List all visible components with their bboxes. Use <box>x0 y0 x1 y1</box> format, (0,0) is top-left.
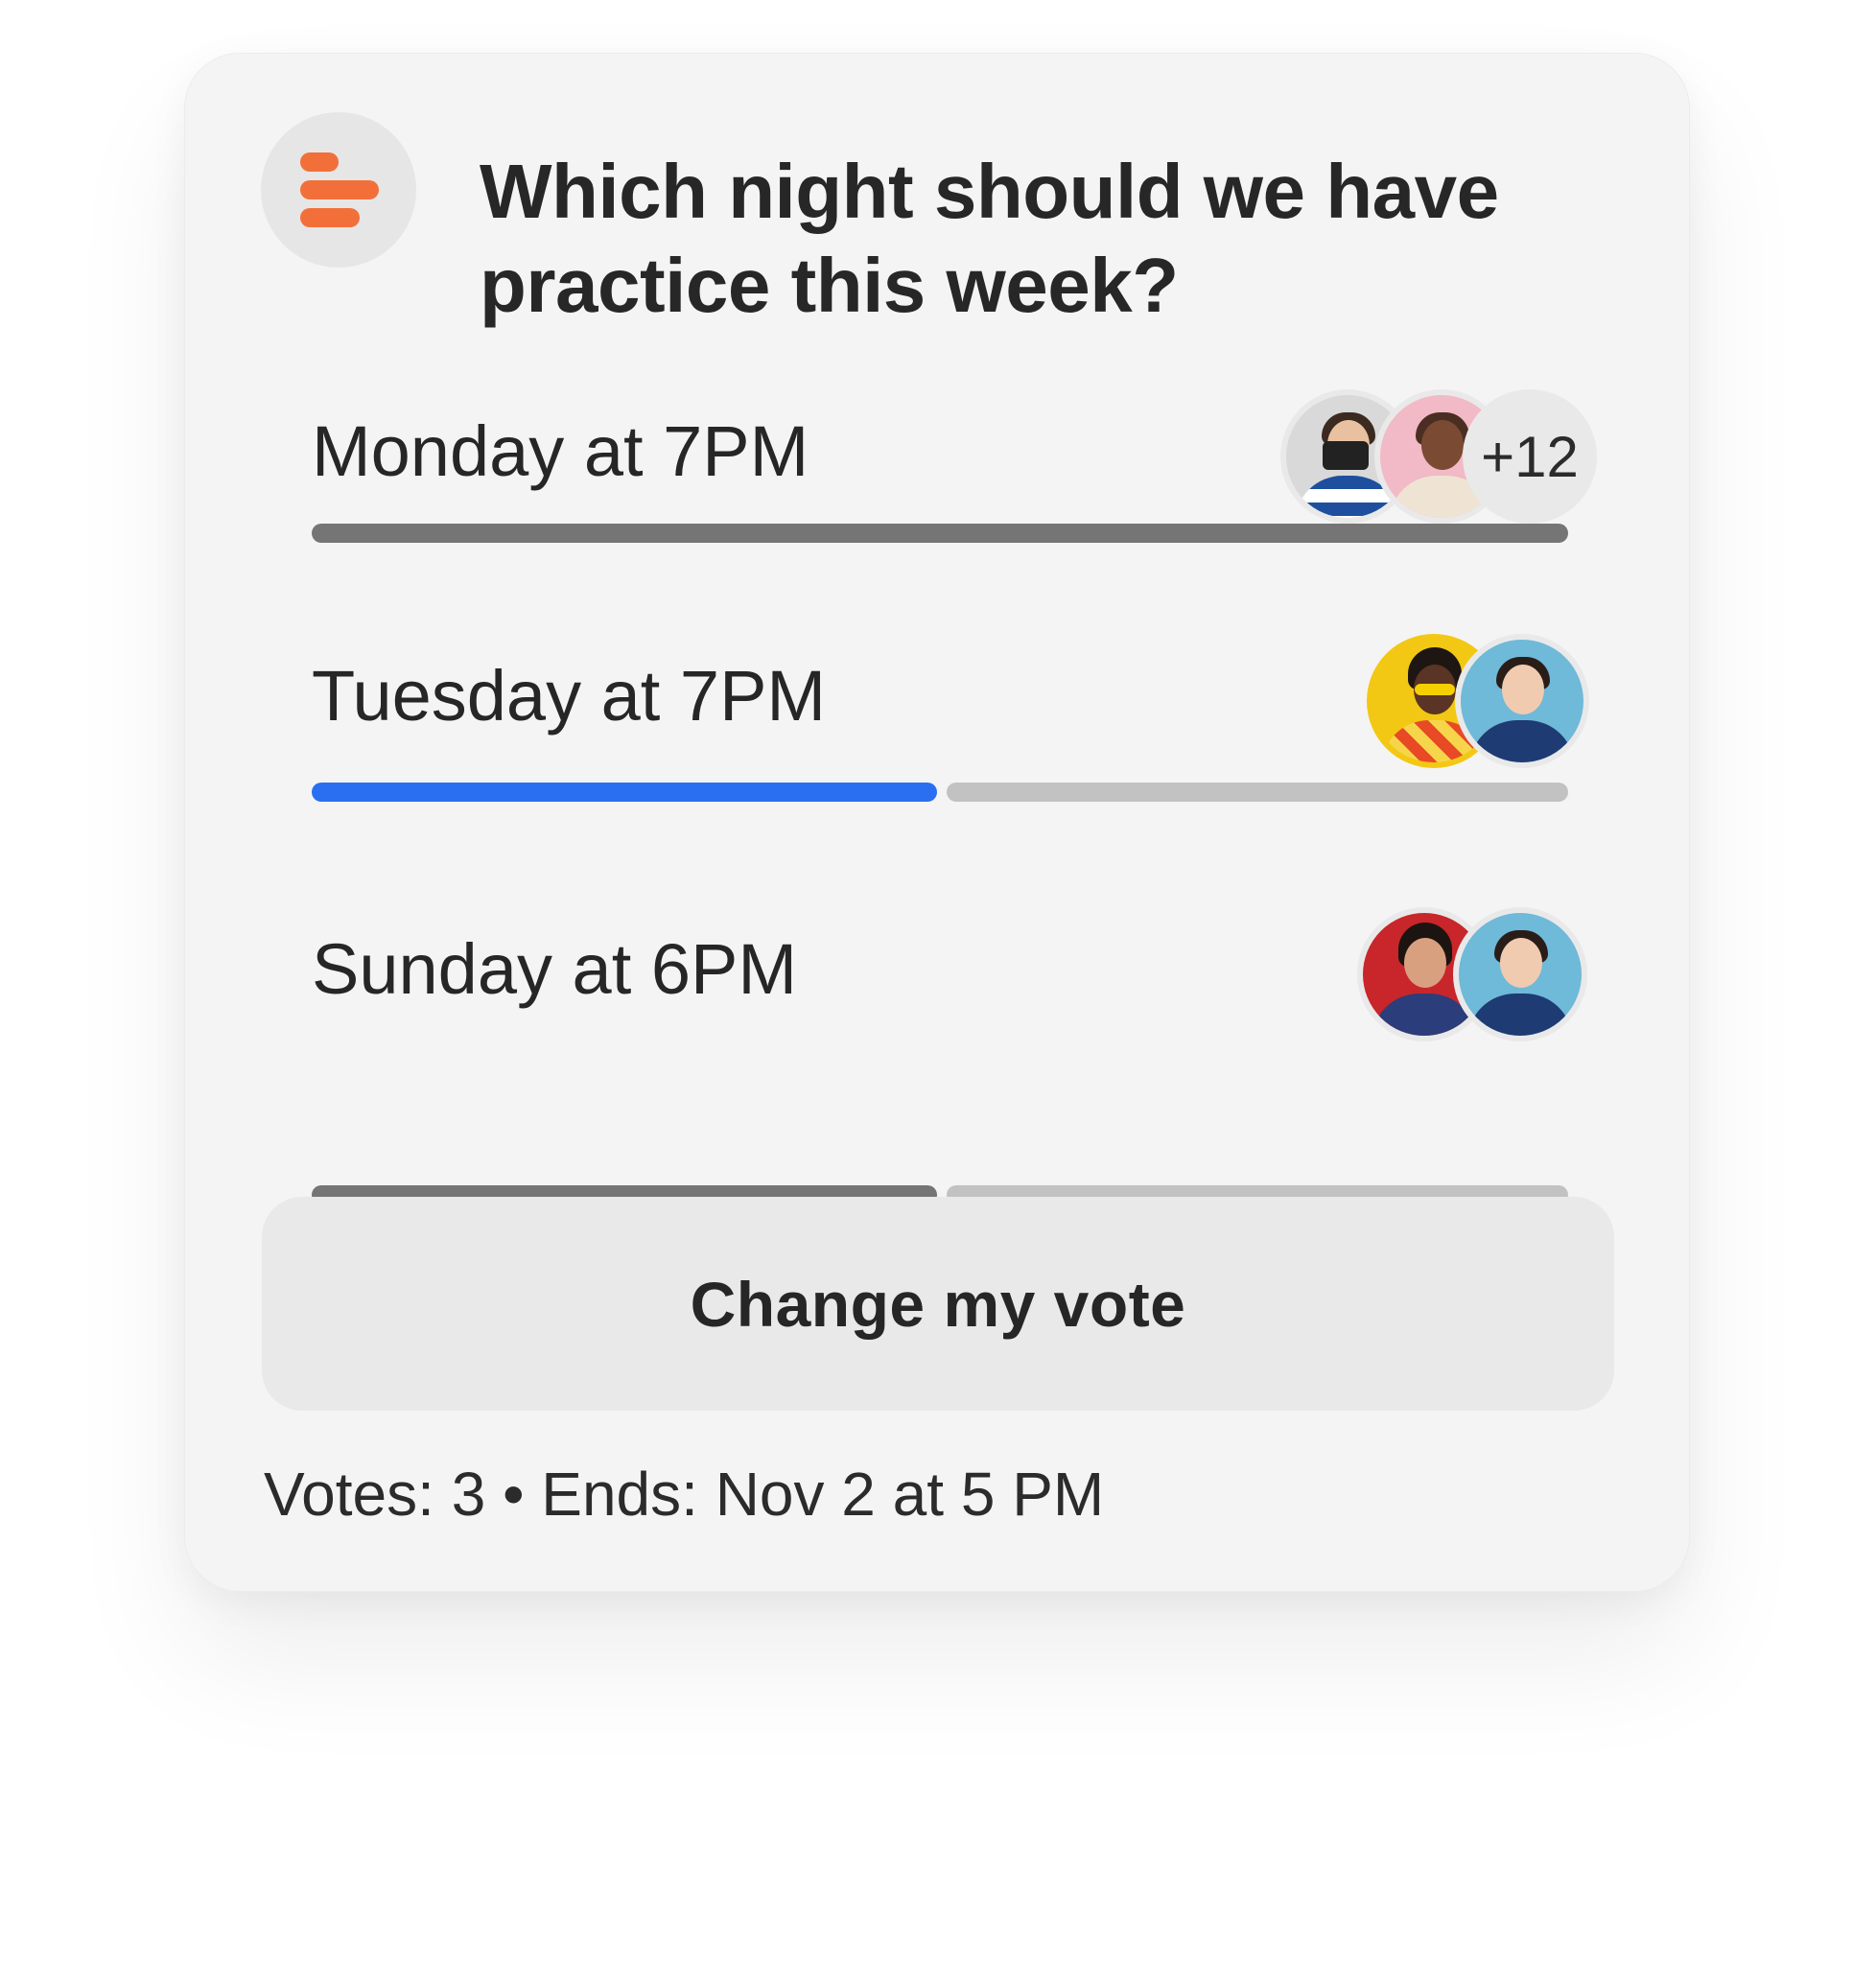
voter-avatar-woman-blue <box>1453 907 1587 1041</box>
poll-option-monday[interactable]: Monday at 7PM +12 <box>312 389 1597 543</box>
more-voters-badge[interactable]: +12 <box>1463 389 1597 524</box>
option-label: Sunday at 6PM <box>312 929 797 1009</box>
option-progress-fill <box>312 524 1568 543</box>
poll-option-tuesday[interactable]: Tuesday at 7PM <box>312 634 1589 802</box>
option-progress-fill <box>312 783 937 802</box>
voter-avatars: +12 <box>1280 389 1597 524</box>
poll-logo-icon <box>261 112 416 268</box>
poll-option-sunday[interactable]: Sunday at 6PM <box>312 907 1587 1204</box>
option-label: Monday at 7PM <box>312 411 809 491</box>
more-voters-count: +12 <box>1481 424 1579 489</box>
change-vote-button[interactable]: Change my vote <box>262 1197 1614 1411</box>
voter-avatar-woman-blue <box>1455 634 1589 768</box>
voter-avatars <box>1367 634 1597 768</box>
poll-card: Which night should we have practice this… <box>184 53 1690 1592</box>
option-label: Tuesday at 7PM <box>312 656 827 736</box>
option-progress-bar <box>312 783 1568 802</box>
voter-avatars <box>1357 907 1597 1041</box>
option-progress-bar <box>312 524 1568 543</box>
poll-footer-status: Votes: 3 • Ends: Nov 2 at 5 PM <box>264 1460 1105 1529</box>
poll-question: Which night should we have practice this… <box>480 149 1499 328</box>
option-progress-rest <box>947 783 1568 802</box>
